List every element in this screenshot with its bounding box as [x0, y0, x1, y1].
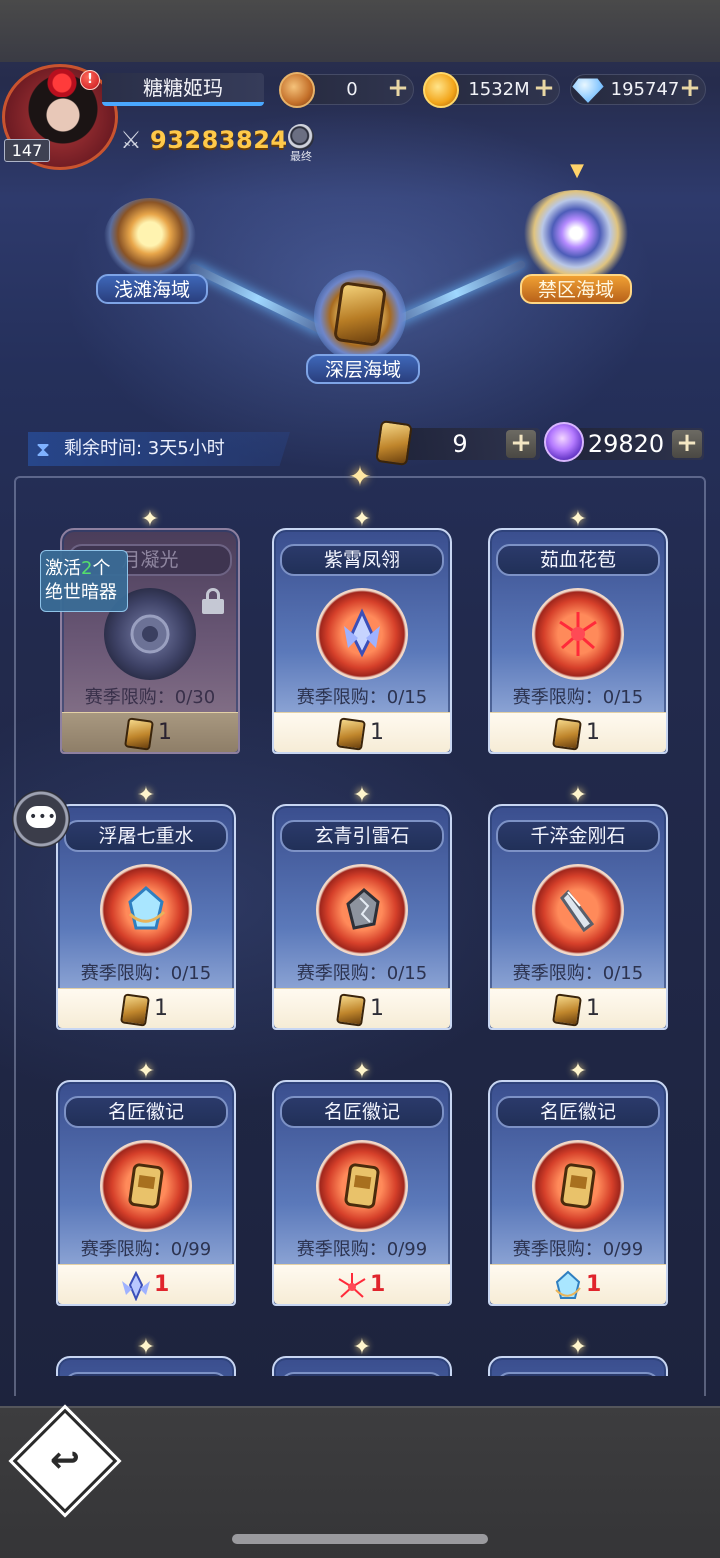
price-button[interactable]: 1 [62, 712, 238, 752]
item-orb [316, 864, 408, 956]
item-orb [100, 1140, 192, 1232]
star-icon: ✦ [352, 1335, 372, 1360]
master-badge-icon [336, 993, 366, 1027]
price-button[interactable]: 1 [490, 1264, 666, 1304]
shop-item-card[interactable]: ✦ 玄青引雷石 赛季限购：0/15 1 [272, 782, 452, 1030]
shop-item-card[interactable]: ✦ 名匠徽记 赛季限购：0/99 1 [488, 1058, 668, 1306]
shop-item-card[interactable]: ✦ 千淬金刚石 赛季限购：0/15 1 [488, 782, 668, 1030]
shop-item-card[interactable]: ✦ 浮屠七重水 赛季限购：0/15 1 [56, 782, 236, 1030]
shop-item-card[interactable]: ✦ [56, 1334, 236, 1376]
price-value: 1 [154, 1272, 170, 1297]
star-icon: ✦ [568, 1335, 588, 1360]
price-button[interactable]: 1 [58, 988, 234, 1028]
master-badge-icon [120, 993, 150, 1027]
star-icon: ✦ [352, 783, 372, 808]
item-orb [532, 1140, 624, 1232]
item-name: 玄青引雷石 [280, 820, 444, 852]
tooltip-line2: 绝世暗器 [45, 582, 117, 603]
red-flower-icon [559, 612, 597, 656]
item-name: 名匠徽记 [280, 1096, 444, 1128]
back-arrow-icon: ↩ [49, 1440, 81, 1481]
star-icon: ✦ [568, 1059, 588, 1084]
violet-feather-icon [344, 608, 380, 658]
thunder-stone-icon [346, 888, 380, 930]
item-orb [316, 588, 408, 680]
shop-item-card[interactable]: ✦ [272, 1334, 452, 1376]
shop-item-card[interactable]: ✦ 月凝光 赛季限购：0/30 1 [60, 506, 240, 754]
master-badge-icon [344, 1163, 380, 1209]
purchase-limit: 赛季限购：0/99 [512, 1239, 644, 1260]
price-button[interactable]: 1 [58, 1264, 234, 1304]
lock-icon [202, 588, 224, 614]
master-badge-icon [552, 717, 582, 751]
master-badge-icon [128, 1163, 164, 1209]
home-indicator[interactable] [232, 1534, 488, 1544]
shop-item-card[interactable]: ✦ 名匠徽记 赛季限购：0/99 1 [56, 1058, 236, 1306]
master-badge-icon [124, 717, 154, 751]
shop-item-card[interactable]: ✦ 茹血花苞 赛季限购：0/15 1 [488, 506, 668, 754]
price-button[interactable]: 1 [274, 1264, 450, 1304]
master-badge-icon [560, 1163, 596, 1209]
master-badge-icon [552, 993, 582, 1027]
shop-item-card[interactable]: ✦ 名匠徽记 赛季限购：0/99 1 [272, 1058, 452, 1306]
moon-orb-icon [130, 614, 170, 654]
water-crystal-icon [128, 886, 166, 930]
price-value: 1 [370, 720, 384, 745]
item-orb [100, 864, 192, 956]
item-name-clipped [64, 1372, 228, 1376]
shop-item-card[interactable]: ✦ [488, 1334, 668, 1376]
star-icon: ✦ [136, 783, 156, 808]
item-orb [316, 1140, 408, 1232]
item-name: 名匠徽记 [496, 1096, 660, 1128]
red-flower-icon [338, 1273, 366, 1298]
star-icon: ✦ [136, 1335, 156, 1360]
item-name: 千淬金刚石 [496, 820, 660, 852]
violet-feather-icon [122, 1271, 150, 1301]
price-value: 1 [586, 1272, 602, 1297]
item-name-clipped [280, 1372, 444, 1376]
item-name-clipped [496, 1372, 660, 1376]
star-icon: ✦ [136, 1059, 156, 1084]
purchase-limit: 赛季限购：0/15 [512, 963, 644, 984]
water-crystal-icon [555, 1270, 581, 1299]
item-name: 浮屠七重水 [64, 820, 228, 852]
star-icon: ✦ [568, 783, 588, 808]
star-icon: ✦ [352, 1059, 372, 1084]
item-orb [532, 864, 624, 956]
purchase-limit: 赛季限购：0/15 [296, 963, 428, 984]
purchase-limit: 赛季限购：0/30 [84, 687, 216, 708]
purchase-limit: 赛季限购：0/99 [80, 1239, 212, 1260]
price-value: 1 [586, 720, 600, 745]
item-orb [532, 588, 624, 680]
unlock-tooltip: 激活2个 绝世暗器 [40, 550, 128, 612]
purchase-limit: 赛季限购：0/15 [296, 687, 428, 708]
shop-grid: ✦ 月凝光 赛季限购：0/30 1 ✦ 紫霄凤翎 赛季限购：0/15 1 ✦ 茹… [0, 0, 720, 1376]
price-value: 1 [370, 996, 384, 1021]
price-value: 1 [154, 996, 168, 1021]
price-button[interactable]: 1 [274, 712, 450, 752]
item-name: 名匠徽记 [64, 1096, 228, 1128]
star-icon: ✦ [352, 507, 372, 532]
price-value: 1 [586, 996, 600, 1021]
price-value: 1 [158, 720, 172, 745]
price-button[interactable]: 1 [490, 988, 666, 1028]
purchase-limit: 赛季限购：0/15 [512, 687, 644, 708]
purchase-limit: 赛季限购：0/99 [296, 1239, 428, 1260]
star-icon: ✦ [140, 507, 160, 532]
shop-item-card[interactable]: ✦ 紫霄凤翎 赛季限购：0/15 1 [272, 506, 452, 754]
diamond-stone-icon [560, 889, 595, 933]
price-button[interactable]: 1 [490, 712, 666, 752]
price-button[interactable]: 1 [274, 988, 450, 1028]
item-name: 紫霄凤翎 [280, 544, 444, 576]
item-name: 茹血花苞 [496, 544, 660, 576]
star-icon: ✦ [568, 507, 588, 532]
price-value: 1 [370, 1272, 386, 1297]
chat-dots: ••• [29, 809, 57, 825]
purchase-limit: 赛季限购：0/15 [80, 963, 212, 984]
tooltip-line1: 激活2个 [45, 558, 111, 579]
chat-button[interactable]: ••• [12, 790, 70, 848]
master-badge-icon [336, 717, 366, 751]
